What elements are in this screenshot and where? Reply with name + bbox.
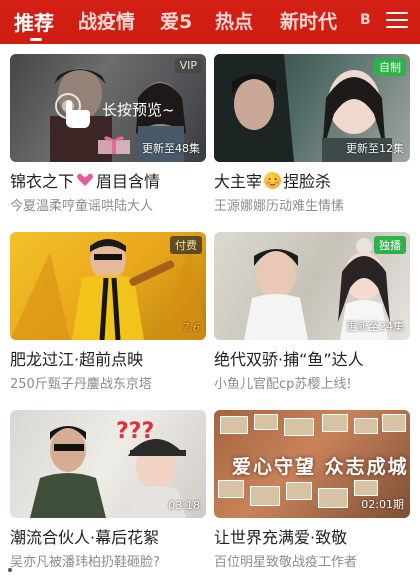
video-card[interactable]: 独播 更新至24集 绝代双骄·捕“鱼”达人 小鱼儿官配cp苏樱上线!	[214, 232, 410, 392]
video-card[interactable]: ??? 03:18 潮流合伙人·幕后花絮 吴亦凡被潘玮柏扔鞋砸脸?	[10, 410, 206, 570]
vip-badge: VIP	[174, 58, 202, 73]
exclusive-badge: 独播	[374, 236, 406, 254]
scroll-dot	[8, 568, 12, 572]
video-subtitle: 250斤甄子丹鏖战东京塔	[10, 377, 152, 392]
preview-hint-text: 长按预览~	[102, 101, 175, 119]
video-thumbnail[interactable]: 长按预览~ VIP 更新至48集	[10, 54, 206, 162]
video-subtitle: 今夏温柔哼童谣哄陆大人	[10, 199, 154, 214]
title-part: 捏脸杀	[283, 172, 332, 191]
long-press-hand-icon	[55, 93, 90, 128]
video-subtitle: 小鱼儿官配cp苏樱上线!	[214, 377, 352, 392]
gift-box-icon	[98, 136, 130, 154]
video-duration: 03:18	[168, 499, 200, 512]
title-part: 眉目含情	[96, 172, 161, 191]
tab-ai5[interactable]: 爱5	[160, 7, 192, 34]
tab-new-era[interactable]: 新时代	[280, 7, 337, 34]
banner-slogan: 爱心守望 众志成城	[232, 456, 409, 478]
title-part: 大主宰	[214, 172, 263, 191]
video-thumbnail[interactable]: 付费 7.6	[10, 232, 206, 340]
menu-icon[interactable]	[386, 12, 408, 32]
video-title: 大主宰 捏脸杀	[214, 168, 410, 192]
video-card[interactable]: 自制 更新至12集 大主宰 捏脸杀 王源娜娜历动难生情愫	[214, 54, 410, 214]
rating-score: 7.6	[182, 321, 201, 334]
tab-fight-epidemic[interactable]: 战疫情	[78, 7, 135, 34]
video-card[interactable]: 付费 7.6 肥龙过江·超前点映 250斤甄子丹鏖战东京塔	[10, 232, 206, 392]
video-subtitle: 吴亦凡被潘玮柏扔鞋砸脸?	[10, 555, 160, 570]
video-thumbnail[interactable]: 自制 更新至12集	[214, 54, 410, 162]
video-card[interactable]: 长按预览~ VIP 更新至48集 锦衣之下 眉目含情 今夏温柔哼童谣哄陆大人	[10, 54, 206, 214]
active-tab-indicator	[30, 38, 42, 41]
tab-hot[interactable]: 热点	[215, 7, 253, 34]
tab-recommend[interactable]: 推荐	[14, 7, 54, 36]
original-badge: 自制	[374, 58, 406, 76]
top-tab-bar: 推荐 战疫情 爱5 热点 新时代 B	[0, 0, 420, 44]
video-title: 绝代双骄·捕“鱼”达人	[214, 350, 364, 369]
tab-partial[interactable]: B	[360, 12, 371, 28]
video-title: 潮流合伙人·幕后花絮	[10, 528, 160, 547]
episode-status: 02:01期	[361, 498, 404, 511]
title-part: 锦衣之下	[10, 172, 75, 191]
episode-status: 更新至24集	[346, 320, 404, 333]
video-subtitle: 百位明星致敬战疫工作者	[214, 555, 358, 570]
video-subtitle: 王源娜娜历动难生情愫	[214, 199, 345, 214]
video-title: 肥龙过江·超前点映	[10, 350, 144, 369]
video-title: 锦衣之下 眉目含情	[10, 168, 206, 192]
heart-gift-icon	[77, 173, 93, 186]
video-thumbnail[interactable]: ??? 03:18	[10, 410, 206, 518]
video-card[interactable]: 爱心守望 众志成城 02:01期 让世界充满爱·致敬 百位明星致敬战疫工作者	[214, 410, 410, 570]
video-thumbnail[interactable]: 独播 更新至24集	[214, 232, 410, 340]
episode-status: 更新至12集	[346, 142, 404, 155]
video-title: 让世界充满爱·致敬	[214, 528, 348, 547]
paid-badge: 付费	[170, 236, 202, 254]
blushing-face-icon	[264, 171, 282, 189]
video-thumbnail[interactable]: 爱心守望 众志成城 02:01期	[214, 410, 410, 518]
episode-status: 更新至48集	[142, 142, 200, 155]
